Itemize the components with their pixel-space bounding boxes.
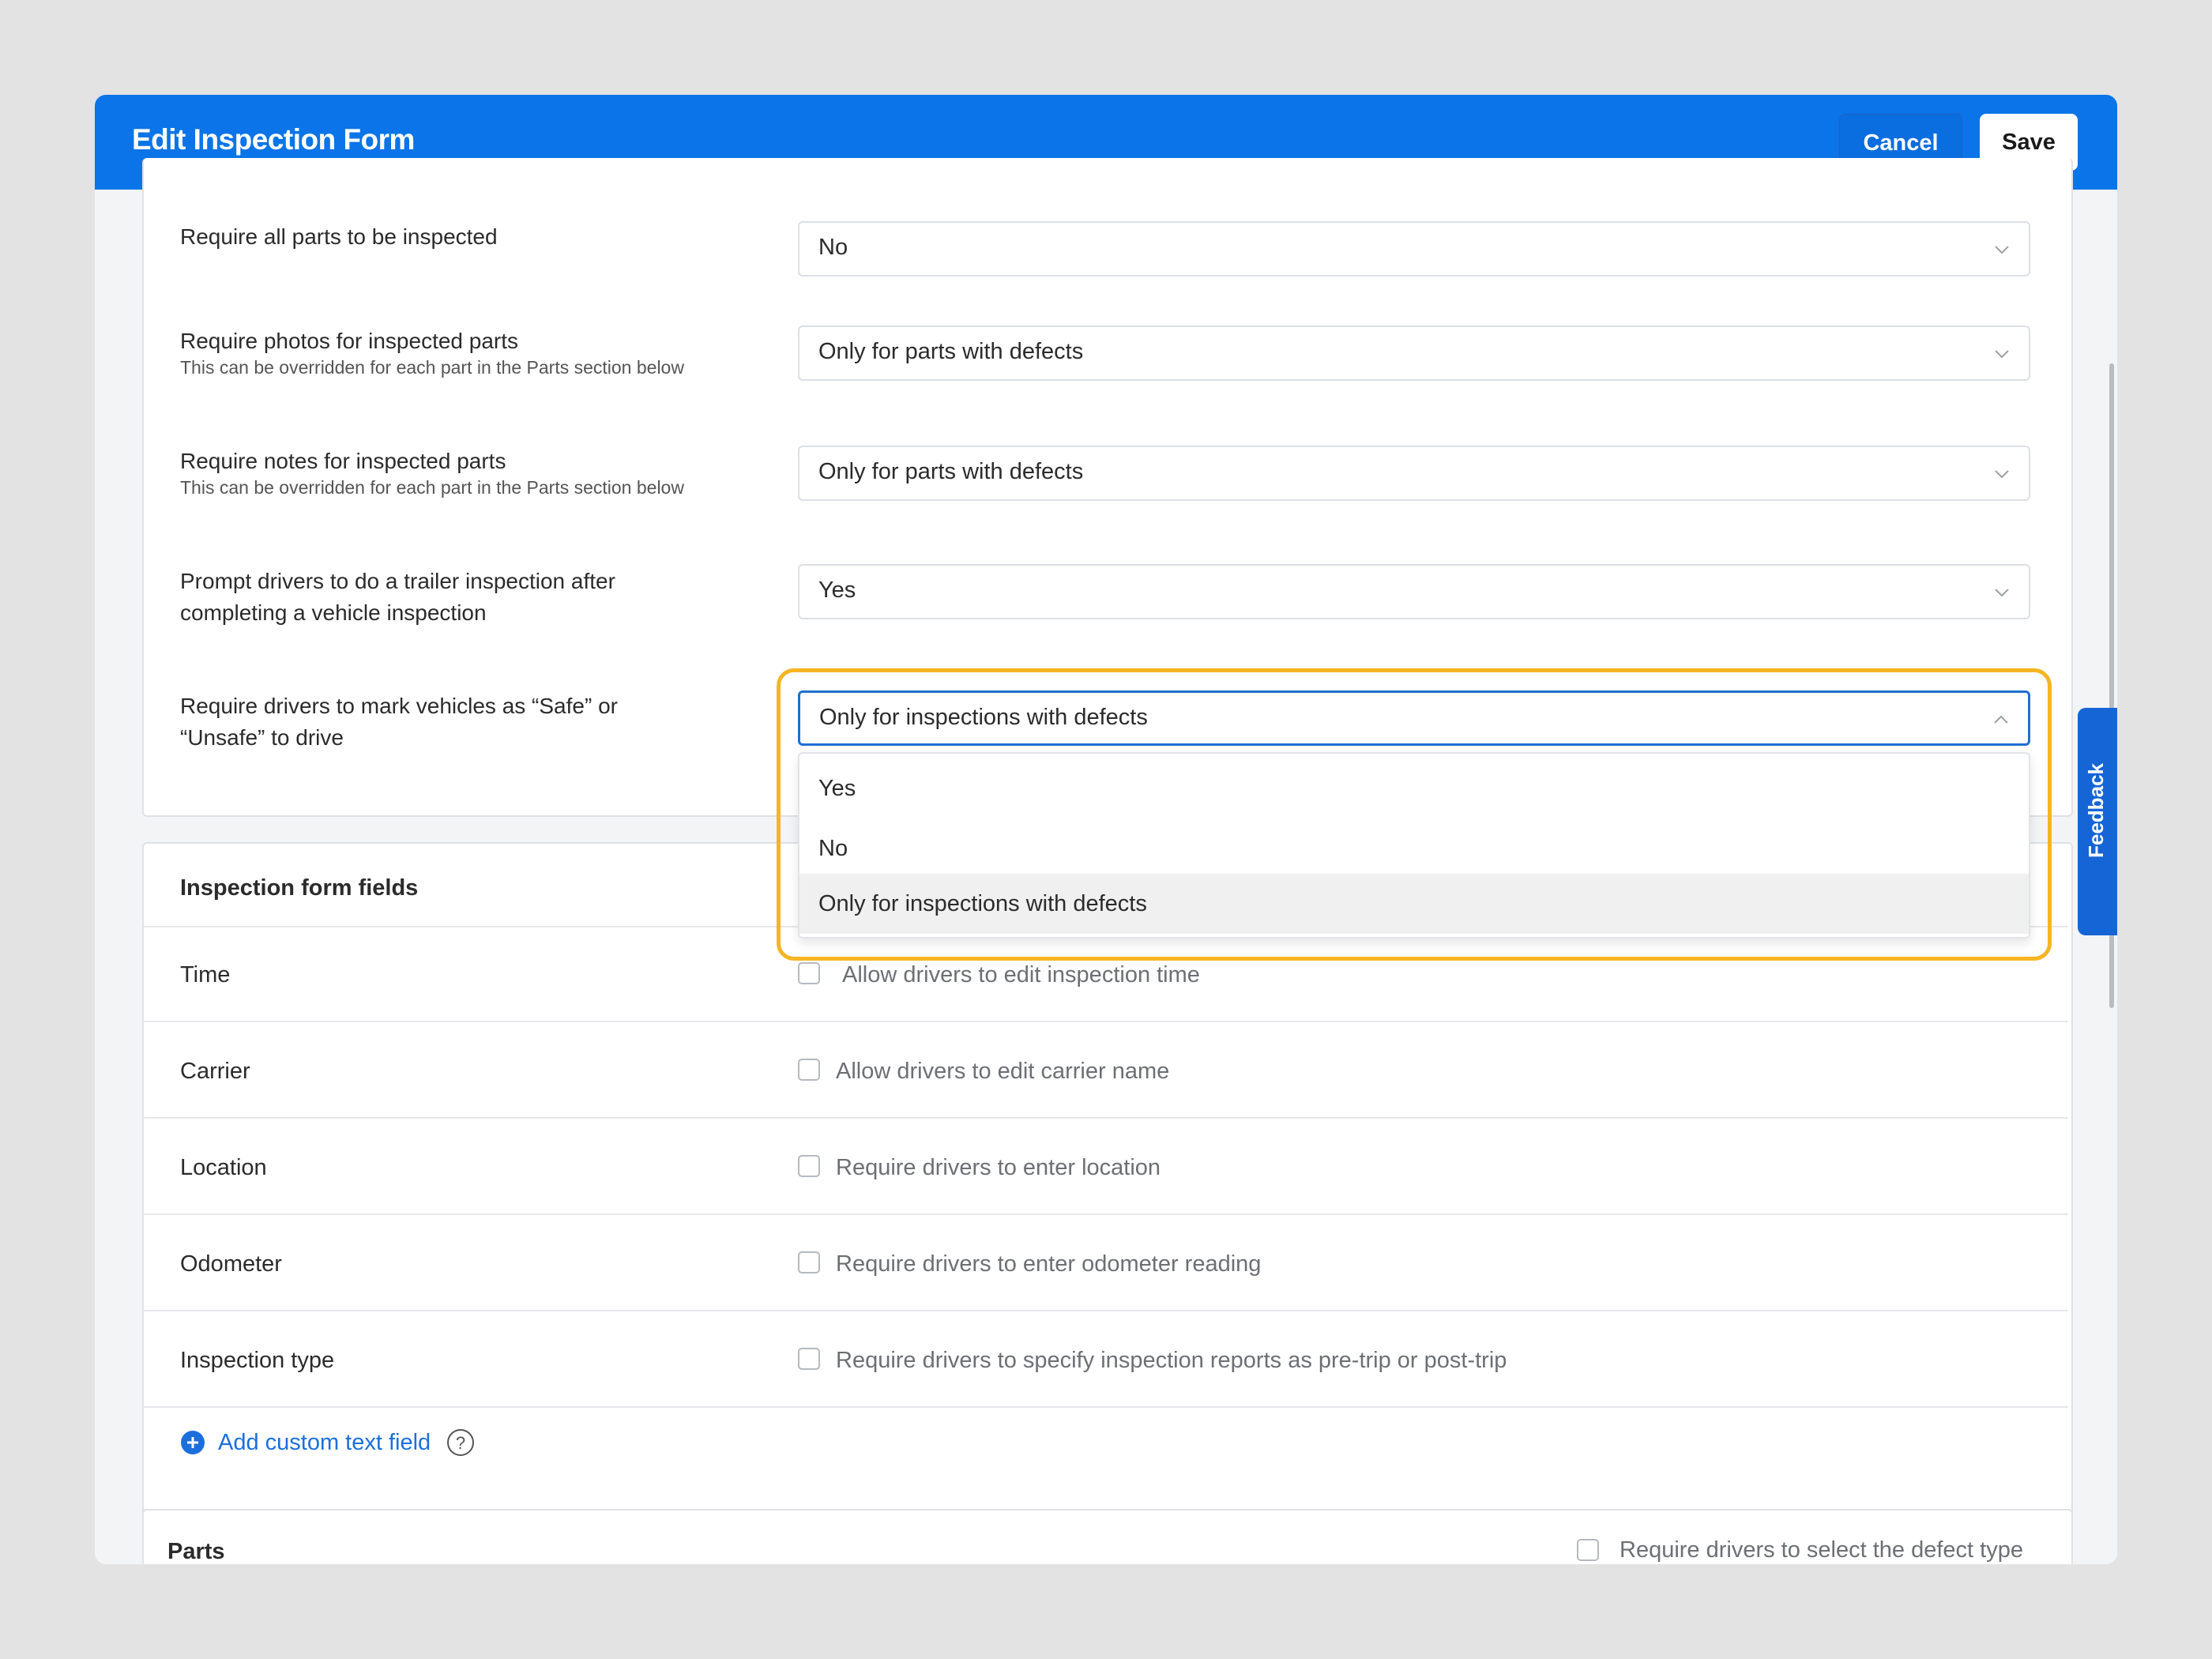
chevron-down-icon: [1995, 470, 2009, 479]
page-title: Edit Inspection Form: [132, 123, 415, 156]
inspection-type-checkbox[interactable]: [798, 1348, 820, 1370]
inspection-type-checkbox-label: Require drivers to specify inspection re…: [836, 1348, 1507, 1373]
select-value: No: [818, 235, 848, 260]
defect-type-checkbox[interactable]: [1577, 1539, 1599, 1561]
field-label-odometer: Odometer: [180, 1251, 282, 1277]
require-notes-select[interactable]: Only for parts with defects: [798, 446, 2030, 501]
time-checkbox[interactable]: [798, 962, 820, 984]
select-value: Only for parts with defects: [818, 339, 1084, 364]
add-custom-text-field-label: Add custom text field: [218, 1429, 431, 1455]
odometer-checkbox[interactable]: [798, 1251, 820, 1273]
require-all-parts-select[interactable]: No: [798, 221, 2030, 276]
divider: [144, 1021, 2068, 1022]
require-notes-sublabel: This can be overridden for each part in …: [180, 477, 684, 498]
dropdown-option-only-defects[interactable]: Only for inspections with defects: [799, 874, 2029, 934]
carrier-checkbox-label: Allow drivers to edit carrier name: [836, 1059, 1170, 1084]
select-value: Only for inspections with defects: [819, 705, 1148, 730]
safe-unsafe-dropdown-menu: Yes No Only for inspections with defects: [798, 752, 2030, 939]
dropdown-option-yes[interactable]: Yes: [799, 758, 2029, 818]
safe-unsafe-label-line1: Require drivers to mark vehicles as “Saf…: [180, 694, 618, 718]
add-custom-text-field-link[interactable]: Add custom text field ?: [180, 1428, 475, 1457]
field-label-location: Location: [180, 1155, 267, 1180]
dropdown-option-no[interactable]: No: [799, 818, 2029, 878]
parts-title: Parts: [167, 1539, 225, 1564]
location-checkbox-label: Require drivers to enter location: [836, 1155, 1161, 1180]
require-all-parts-label: Require all parts to be inspected: [180, 224, 498, 249]
plus-circle-icon: [181, 1431, 205, 1454]
trailer-inspection-label-line2: completing a vehicle inspection: [180, 600, 487, 625]
require-photos-sublabel: This can be overridden for each part in …: [180, 357, 684, 378]
svg-text:?: ?: [456, 1433, 465, 1453]
safe-unsafe-select[interactable]: Only for inspections with defects: [798, 690, 2030, 746]
divider: [144, 1406, 2068, 1408]
divider: [144, 1117, 2068, 1119]
select-value: Only for parts with defects: [818, 459, 1084, 484]
safe-unsafe-label-line2: “Unsafe” to drive: [180, 725, 344, 750]
select-value: Yes: [818, 577, 856, 603]
feedback-label: Feedback: [2084, 763, 2108, 858]
edit-inspection-form-window: Edit Inspection Form Cancel Save Require…: [95, 95, 2117, 1564]
odometer-checkbox-label: Require drivers to enter odometer readin…: [836, 1251, 1262, 1277]
chevron-down-icon: [1995, 246, 2009, 254]
divider: [144, 1213, 2068, 1215]
defect-type-checkbox-label: Require drivers to select the defect typ…: [1620, 1537, 2023, 1563]
divider: [144, 1310, 2068, 1311]
inspection-form-fields-title: Inspection form fields: [180, 875, 419, 901]
trailer-inspection-select[interactable]: Yes: [798, 564, 2030, 619]
require-photos-select[interactable]: Only for parts with defects: [798, 325, 2030, 381]
field-label-carrier: Carrier: [180, 1059, 250, 1084]
location-checkbox[interactable]: [798, 1155, 820, 1177]
feedback-tab[interactable]: Feedback: [2078, 708, 2117, 935]
field-label-inspection-type: Inspection type: [180, 1348, 335, 1373]
require-notes-label: Require notes for inspected parts: [180, 449, 506, 473]
trailer-inspection-label-line1: Prompt drivers to do a trailer inspectio…: [180, 569, 615, 593]
chevron-down-icon: [1995, 350, 2009, 359]
require-photos-label: Require photos for inspected parts: [180, 329, 519, 353]
help-icon[interactable]: ?: [446, 1428, 475, 1457]
chevron-down-icon: [1995, 589, 2009, 597]
time-checkbox-label: Allow drivers to edit inspection time: [842, 962, 1200, 988]
field-label-time: Time: [180, 962, 231, 988]
carrier-checkbox[interactable]: [798, 1059, 820, 1081]
chevron-up-icon: [1994, 715, 2008, 724]
